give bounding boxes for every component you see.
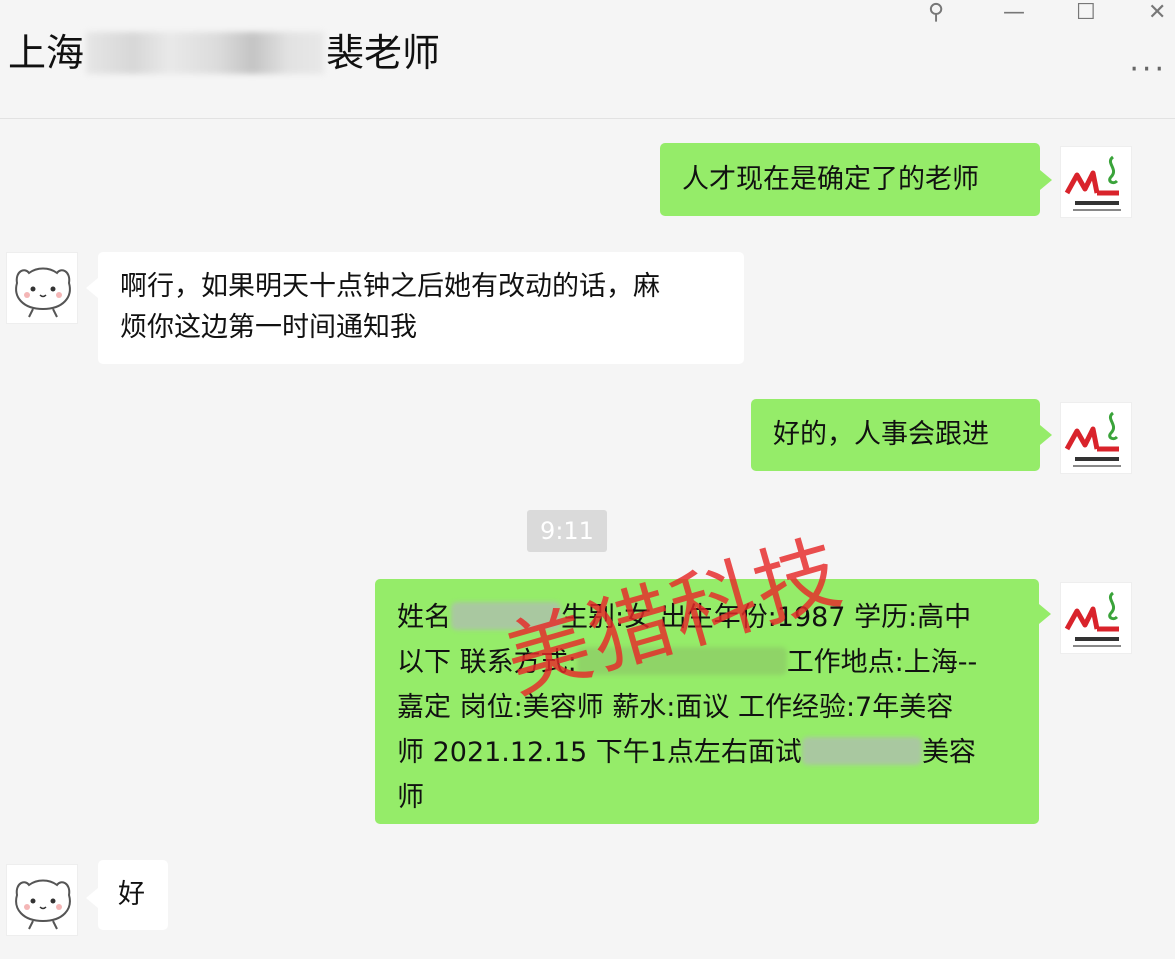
avatar-contact[interactable]: [6, 252, 78, 324]
message-line: 师 2021.12.15 下午1点左右面试 美容: [397, 730, 1025, 775]
ml-logo-icon: [1064, 411, 1121, 467]
message-bubble-incoming[interactable]: 好: [98, 860, 168, 930]
message-text: 好: [118, 879, 145, 910]
text-fragment: 师 2021.12.15 下午1点左右面试: [397, 737, 802, 768]
chat-title: 上海 裴老师: [8, 28, 440, 78]
message-text: 人才现在是确定了的老师: [682, 164, 979, 195]
cat-avatar-icon: [15, 267, 71, 318]
text-fragment: 姓名: [397, 602, 451, 633]
message-line: 师: [397, 782, 424, 813]
bubble-tail: [1040, 425, 1052, 445]
bubble-tail: [1040, 170, 1052, 190]
ml-logo-icon: [1064, 591, 1121, 647]
bubble-tail: [86, 888, 98, 908]
message-line: 烦你这边第一时间通知我: [120, 312, 417, 343]
message-text: 啊行，如果明天十点钟之后她有改动的话，麻 烦你这边第一时间通知我: [120, 266, 726, 348]
message-timestamp: 9:11: [527, 510, 607, 552]
text-fragment: 美容: [921, 737, 976, 768]
more-icon[interactable]: ···: [1129, 52, 1167, 87]
bubble-tail: [1039, 604, 1051, 624]
ml-logo-icon: [1064, 155, 1121, 211]
avatar-self[interactable]: [1060, 146, 1132, 218]
redacted-name-blur: [86, 32, 325, 74]
chat-title-prefix: 上海: [8, 31, 85, 75]
avatar-self[interactable]: [1060, 402, 1132, 474]
text-fragment: 工作地点:上海--: [786, 647, 978, 678]
chat-header: 上海 裴老师 ⚲ — ☐ ✕ ···: [0, 0, 1175, 119]
avatar-self[interactable]: [1060, 582, 1132, 654]
pin-icon[interactable]: ⚲: [928, 2, 944, 24]
message-text: 好的，人事会跟进: [773, 419, 989, 450]
message-line: 嘉定 岗位:美容师 薪水:面议 工作经验:7年美容: [397, 692, 954, 723]
close-icon[interactable]: ✕: [1148, 2, 1166, 24]
bubble-tail: [86, 278, 98, 298]
maximize-icon[interactable]: ☐: [1076, 2, 1096, 24]
message-bubble-incoming[interactable]: 啊行，如果明天十点钟之后她有改动的话，麻 烦你这边第一时间通知我: [98, 252, 744, 364]
message-line: 啊行，如果明天十点钟之后她有改动的话，麻: [120, 271, 660, 302]
message-bubble-outgoing[interactable]: 人才现在是确定了的老师: [660, 143, 1040, 216]
minimize-icon[interactable]: —: [1003, 2, 1025, 24]
cat-avatar-icon: [15, 879, 71, 930]
redacted-blur: [801, 737, 922, 765]
message-bubble-outgoing[interactable]: 好的，人事会跟进: [751, 399, 1040, 471]
chat-title-suffix: 裴老师: [326, 31, 441, 75]
avatar-contact[interactable]: [6, 864, 78, 936]
